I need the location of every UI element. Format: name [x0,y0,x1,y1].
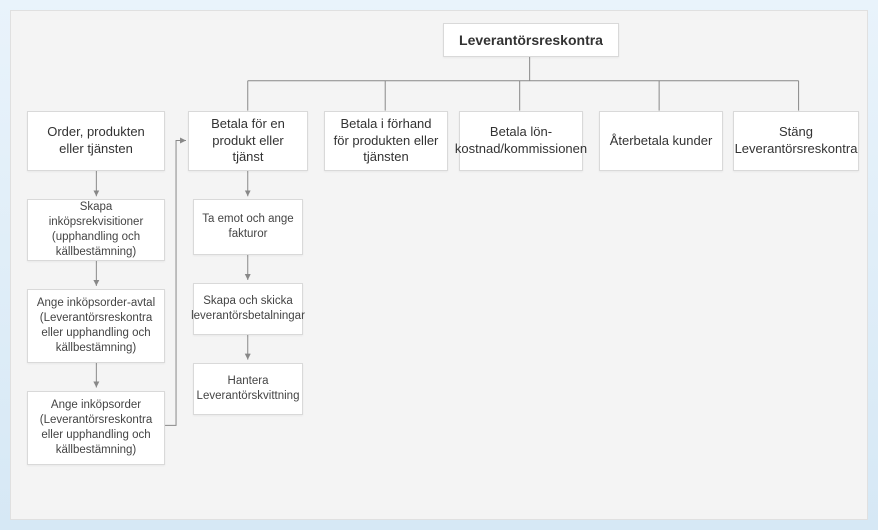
branch-2-head: Betala lön-kostnad/kommissionen [459,111,583,171]
left-col-step-2-label: Ange inköpsorder-avtal (Leverantörsresko… [36,296,156,356]
left-col-head: Order, produkten eller tjänsten [27,111,165,171]
branch-3-head-label: Återbetala kunder [610,133,713,150]
left-col-step-2: Ange inköpsorder-avtal (Leverantörsresko… [27,289,165,363]
root-label: Leverantörsreskontra [459,31,603,49]
branch-0-head-label: Betala för en produkt eller tjänst [197,116,299,167]
root-node: Leverantörsreskontra [443,23,619,57]
branch-4-head-label: Stäng Leverantörsreskontra [735,124,858,158]
branch-0-step-1: Ta emot och ange fakturor [193,199,303,255]
diagram-canvas: Leverantörsreskontra Order, produkten el… [0,0,878,530]
left-col-step-1: Skapa inköpsrekvisitioner (upphandling o… [27,199,165,261]
left-col-step-3-label: Ange inköpsorder (Leverantörsreskontra e… [36,398,156,458]
left-col-step-3: Ange inköpsorder (Leverantörsreskontra e… [27,391,165,465]
branch-4-head: Stäng Leverantörsreskontra [733,111,859,171]
branch-0-step-3: Hantera Leverantörskvittning [193,363,303,415]
left-col-head-label: Order, produkten eller tjänsten [36,124,156,158]
diagram-area: Leverantörsreskontra Order, produkten el… [10,10,868,520]
branch-0-head: Betala för en produkt eller tjänst [188,111,308,171]
branch-0-step-2-label: Skapa och skicka leverantörsbetalningar [191,294,305,324]
branch-1-head: Betala i förhand för produkten eller tjä… [324,111,448,171]
branch-2-head-label: Betala lön-kostnad/kommissionen [455,124,587,158]
branch-0-step-2: Skapa och skicka leverantörsbetalningar [193,283,303,335]
branch-3-head: Återbetala kunder [599,111,723,171]
branch-1-head-label: Betala i förhand för produkten eller tjä… [333,116,439,167]
branch-0-step-3-label: Hantera Leverantörskvittning [197,374,300,404]
left-col-step-1-label: Skapa inköpsrekvisitioner (upphandling o… [36,200,156,260]
branch-0-step-1-label: Ta emot och ange fakturor [202,212,294,242]
